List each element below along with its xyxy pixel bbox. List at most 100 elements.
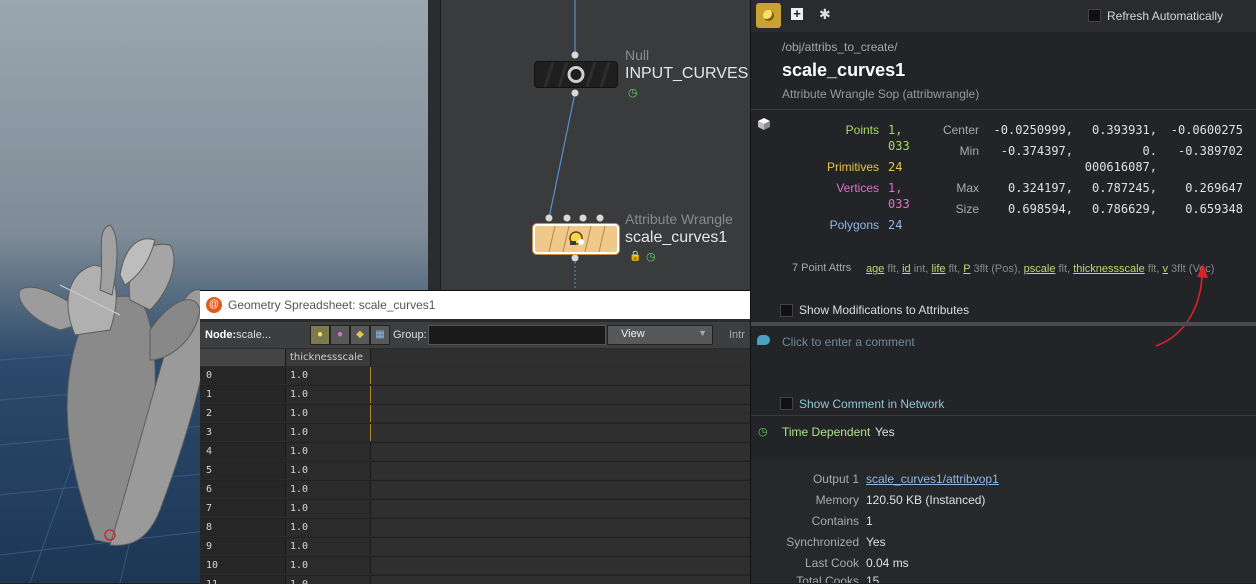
show-comment-label: Show Comment in Network [799, 397, 945, 411]
vertices-label: Vertices [836, 181, 879, 195]
table-row[interactable]: 4 1.0 [200, 443, 750, 462]
thicknessscale-cell[interactable]: 1.0 [286, 519, 371, 536]
row-index-cell: 9 [200, 538, 286, 555]
network-editor[interactable]: Null INPUT_CURVES ◷ Attribute Wrangle sc… [428, 0, 750, 290]
time-dependent-label: Time Dependent [782, 425, 871, 439]
table-row[interactable]: 2 1.0 [200, 405, 750, 424]
refresh-checkbox[interactable] [1088, 9, 1101, 22]
comment-input[interactable]: Click to enter a comment [782, 335, 915, 349]
cell-value: 1.0 [290, 503, 309, 514]
show-mods-checkbox[interactable] [780, 304, 793, 317]
synchronized-label: Synchronized [786, 535, 859, 549]
center-label: Center [942, 123, 979, 137]
show-comment-checkbox[interactable] [780, 397, 793, 410]
primitives-value: 24 [888, 160, 903, 174]
group-input[interactable] [428, 325, 606, 345]
group-label: Group: [393, 329, 427, 341]
geometry-cube-icon [758, 118, 770, 130]
thicknessscale-cell[interactable]: 1.0 [286, 462, 371, 479]
row-index: 0 [206, 370, 213, 381]
column-header-thicknessscale[interactable]: thicknessscale [286, 349, 371, 366]
memory-value: 120.50 KB (Instanced) [866, 493, 986, 507]
points-value-1: 1, [888, 123, 903, 137]
index-header [200, 349, 286, 366]
attr-link-pscale[interactable]: pscale [1024, 263, 1056, 275]
max-z: 0.269647 [1185, 181, 1243, 195]
thicknessscale-cell[interactable]: 1.0 [286, 405, 371, 422]
wrangle-node[interactable] [533, 224, 619, 254]
last-cook-value: 0.04 ms [866, 556, 909, 570]
attr-link-life[interactable]: life [931, 263, 945, 275]
row-index-cell: 1 [200, 386, 286, 403]
table-row[interactable]: 0 1.0 [200, 367, 750, 386]
cell-value: 1.0 [290, 427, 309, 438]
detail-mode-button[interactable]: ▦ [370, 325, 390, 345]
attr-type: int [913, 263, 926, 275]
lock-icon[interactable]: 🔒 [629, 251, 641, 262]
intrinsics-label[interactable]: Intr [729, 329, 745, 341]
node-type-icon[interactable] [756, 3, 781, 28]
row-index-cell: 3 [200, 424, 286, 441]
thicknessscale-cell[interactable]: 1.0 [286, 386, 371, 403]
bug-icon[interactable]: ✱ [819, 6, 831, 23]
comment-icon [757, 335, 770, 345]
wrangle-node-type: Attribute Wrangle [625, 211, 733, 227]
wrangle-node-name[interactable]: scale_curves1 [625, 229, 727, 247]
spreadsheet-header: thicknessscale [200, 349, 750, 366]
thicknessscale-cell[interactable]: 1.0 [286, 538, 371, 555]
vertices-mode-button[interactable]: ● [330, 325, 350, 345]
table-row[interactable]: 7 1.0 [200, 500, 750, 519]
row-index: 9 [206, 541, 213, 552]
polygons-label: Polygons [829, 218, 879, 232]
attr-link-age[interactable]: age [866, 263, 884, 275]
thicknessscale-cell[interactable]: 1.0 [286, 481, 371, 498]
row-index: 7 [206, 503, 213, 514]
null-node-shape [543, 61, 611, 88]
points-value-2: 033 [888, 139, 910, 153]
points-mode-button[interactable]: ● [310, 325, 330, 345]
table-row[interactable]: 10 1.0 [200, 557, 750, 576]
table-row[interactable]: 8 1.0 [200, 519, 750, 538]
table-row[interactable]: 5 1.0 [200, 462, 750, 481]
size-x: 0.698594, [1007, 202, 1073, 216]
attr-link-thicknessscale[interactable]: thicknessscale [1073, 263, 1145, 275]
node-info-panel: + ✱ Refresh Automatically /obj/attribs_t… [750, 0, 1256, 583]
thicknessscale-cell[interactable]: 1.0 [286, 424, 371, 441]
row-index-cell: 7 [200, 500, 286, 517]
wrangle-node-shape [548, 225, 606, 253]
primitives-label: Primitives [826, 160, 879, 174]
view-dropdown[interactable]: View ▼ [607, 325, 713, 345]
min-x: -0.374397, [1000, 144, 1073, 158]
spreadsheet-body[interactable]: 0 1.0 1 1.0 2 1.0 3 1.0 4 1.0 5 1.0 6 1.0 7 1.0 8 1.0 9 1.0… [200, 367, 750, 584]
min-label: Min [959, 144, 979, 158]
row-index: 5 [206, 465, 213, 476]
thicknessscale-cell[interactable]: 1.0 [286, 557, 371, 574]
plus-icon[interactable]: + [791, 7, 803, 20]
primitives-mode-button[interactable]: ◆ [350, 325, 370, 345]
attr-type: flt [887, 263, 896, 275]
output-link[interactable]: scale_curves1/attribvop1 [866, 472, 999, 486]
row-index: 4 [206, 446, 213, 457]
table-row[interactable]: 9 1.0 [200, 538, 750, 557]
null-node-name[interactable]: INPUT_CURVES [625, 65, 748, 83]
thicknessscale-cell[interactable]: 1.0 [286, 500, 371, 517]
row-index: 8 [206, 522, 213, 533]
table-row[interactable]: 1 1.0 [200, 386, 750, 405]
spreadsheet-toolbar: Node:scale... ● ● ◆ ▦ Group: View ▼ Intr [200, 322, 750, 348]
empty-cell [371, 481, 750, 498]
row-index: 11 [206, 579, 218, 584]
geometry-spreadsheet[interactable]: @ Geometry Spreadsheet: scale_curves1 No… [200, 290, 750, 584]
cell-value: 1.0 [290, 522, 309, 533]
node-path-field[interactable]: Node:scale... [205, 329, 271, 341]
table-row[interactable]: 6 1.0 [200, 481, 750, 500]
thicknessscale-cell[interactable]: 1.0 [286, 367, 371, 384]
row-index-cell: 6 [200, 481, 286, 498]
attr-link-id[interactable]: id [902, 263, 911, 275]
row-index-cell: 5 [200, 462, 286, 479]
table-row[interactable]: 3 1.0 [200, 424, 750, 443]
null-node[interactable] [534, 61, 618, 88]
attr-link-p[interactable]: P [963, 263, 970, 275]
thicknessscale-cell[interactable]: 1.0 [286, 443, 371, 460]
center-z: -0.0600275 [1170, 123, 1243, 137]
contains-value: 1 [866, 514, 873, 528]
